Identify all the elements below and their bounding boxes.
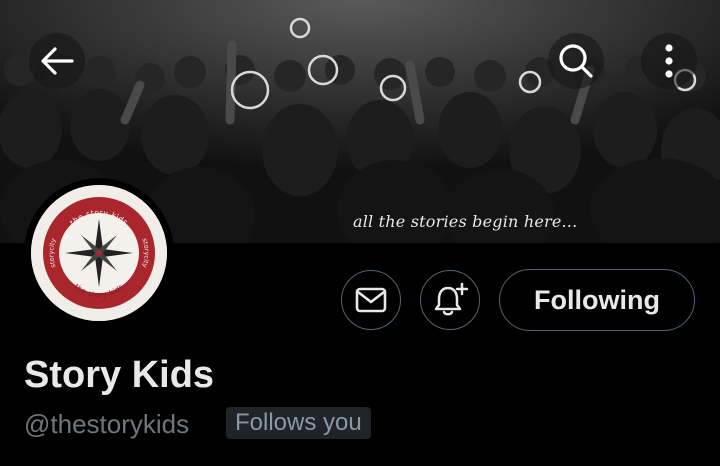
- search-button[interactable]: [548, 33, 604, 89]
- avatar[interactable]: the story kids the story kids storycity …: [24, 178, 174, 328]
- more-vertical-icon: [665, 44, 673, 78]
- more-options-button[interactable]: [641, 33, 697, 89]
- bell-plus-icon: [434, 282, 468, 316]
- back-button[interactable]: [29, 33, 85, 89]
- banner-caption: all the stories begin here...: [353, 212, 578, 231]
- user-handle: @thestorykids: [24, 409, 190, 439]
- following-button[interactable]: Following: [499, 269, 695, 331]
- avatar-logo: the story kids the story kids storycity …: [31, 185, 167, 321]
- envelope-icon: [355, 287, 387, 313]
- arrow-left-icon: [41, 47, 74, 75]
- message-button[interactable]: [341, 270, 401, 330]
- search-icon: [559, 44, 593, 78]
- follows-you-badge: Follows you: [226, 407, 371, 439]
- notifications-button[interactable]: [420, 270, 480, 330]
- display-name: Story Kids: [24, 354, 215, 396]
